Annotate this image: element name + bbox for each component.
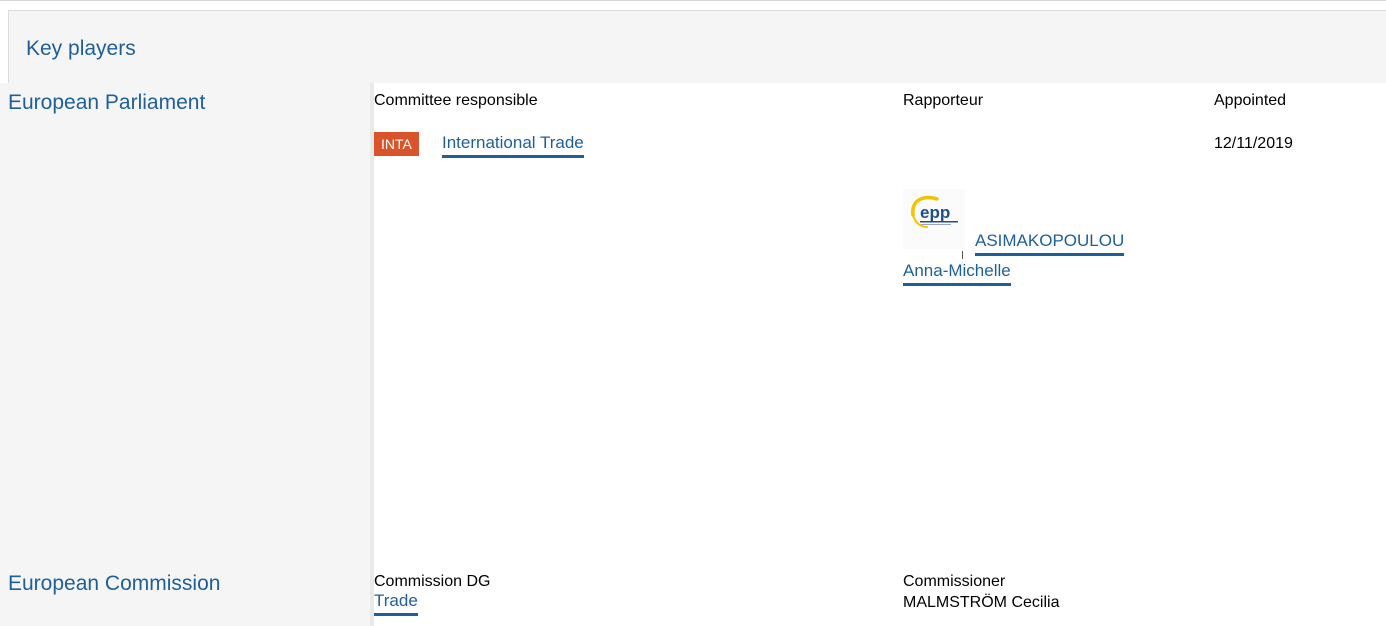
commission-label: European Commission xyxy=(8,572,221,595)
commissioner-name: MALMSTRÖM Cecilia xyxy=(903,594,1060,611)
parliament-label: European Parliament xyxy=(8,91,206,114)
rapporteur-link-firstname[interactable]: Anna-Michelle xyxy=(903,260,1011,286)
section-title: Key players xyxy=(26,37,136,60)
epp-logo: epp xyxy=(903,189,965,249)
dg-trade-link[interactable]: Trade xyxy=(374,590,418,616)
committee-link[interactable]: International Trade xyxy=(442,132,584,158)
epp-logo-icon: epp xyxy=(911,195,958,228)
commissioner-header: Commissioner xyxy=(903,573,1006,590)
appointed-header: Appointed xyxy=(1214,92,1287,109)
committee-code-badge: INTA xyxy=(374,132,419,156)
committee-responsible-header: Committee responsible xyxy=(374,92,538,109)
rapporteur-link-surname[interactable]: ASIMAKOPOULOU xyxy=(975,230,1125,256)
rapporteur-header: Rapporteur xyxy=(903,92,984,109)
left-label-column xyxy=(0,83,370,626)
key-players-panel: Key players European Parliament Committe… xyxy=(0,0,1386,626)
section-header: Key players xyxy=(8,10,1386,83)
column-divider xyxy=(370,83,374,626)
logo-separator xyxy=(962,251,963,259)
commission-dg-header: Commission DG xyxy=(374,573,491,590)
svg-text:epp: epp xyxy=(920,203,950,222)
appointed-date: 12/11/2019 xyxy=(1214,135,1293,152)
